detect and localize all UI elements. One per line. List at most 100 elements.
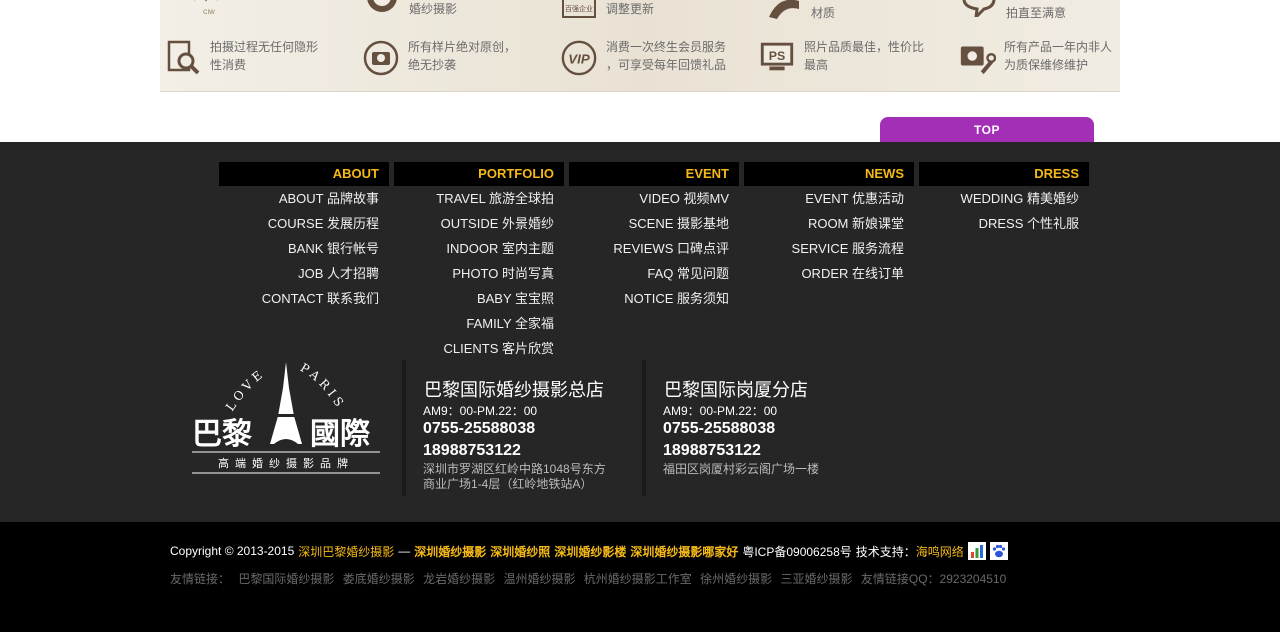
nav-heading[interactable]: EVENT [569,162,739,186]
feature-strip: CIW 婚纱摄影 百强企业 调整更新 材质 拍直至满意 拍摄过程无任何隐形 性消… [160,0,1120,92]
feature-line: 性消费 [210,58,247,72]
keyword-link[interactable]: 深圳婚纱摄影哪家好 [630,543,738,560]
nav-column-news: NEWS EVENT 优惠活动 ROOM 新娘课堂 SERVICE 服务流程 O… [744,162,914,286]
nav-link[interactable]: EVENT 优惠活动 [744,186,914,211]
nav-column-portfolio: PORTFOLIO TRAVEL 旅游全球拍 OUTSIDE 外景婚纱 INDO… [394,162,564,361]
nav-link[interactable]: ORDER 在线订单 [744,261,914,286]
footer: ABOUT ABOUT 品牌故事 COURSE 发展历程 BANK 银行帐号 J… [0,142,1280,522]
logo-name-left: 巴黎 [192,417,252,452]
feature-material: 材质 [765,0,835,22]
feature-line: 所有样片绝对原创， [408,40,517,54]
nav-link[interactable]: CONTACT 联系我们 [219,286,389,311]
nav-link[interactable]: SERVICE 服务流程 [744,236,914,261]
back-to-top-button[interactable]: TOP [880,117,1094,142]
friend-link[interactable]: 巴黎国际婚纱摄影 [238,572,334,586]
site-link[interactable]: 深圳巴黎婚纱摄影 [298,543,394,560]
feature-quality: PS 照片品质最佳，性价比 最高 [758,38,924,76]
nav-link[interactable]: BABY 宝宝照 [394,286,564,311]
feature-award: 婚纱摄影 [363,0,457,18]
award-medal-icon [363,0,401,18]
camera-wrench-icon [958,38,996,76]
nav-link[interactable]: OUTSIDE 外景婚纱 [394,211,564,236]
certified-enterprise-icon: 百强企业 [560,0,598,20]
nav-link[interactable]: TRAVEL 旅游全球拍 [394,186,564,211]
friend-link[interactable]: 友情链接QQ：2923204510 [861,572,1006,586]
tech-support-link[interactable]: 海鸣网络 [916,543,964,560]
store-mobile: 18988753122 [663,442,761,459]
nav-link[interactable]: JOB 人才招聘 [219,261,389,286]
copyright-bar: Copyright © 2013-2015 深圳巴黎婚纱摄影 — 深圳婚纱摄影 … [0,522,1280,632]
nav-link[interactable]: PHOTO 时尚写真 [394,261,564,286]
camera-icon [362,38,400,76]
nav-link[interactable]: BANK 银行帐号 [219,236,389,261]
friend-link[interactable]: 娄底婚纱摄影 [343,572,415,586]
copyright-line: Copyright © 2013-2015 深圳巴黎婚纱摄影 — 深圳婚纱摄影 … [170,542,1008,560]
nav-link[interactable]: WEDDING 精美婚纱 [919,186,1089,211]
feature-enterprise: 百强企业 调整更新 [560,0,654,20]
feature-award-text: 婚纱摄影 [409,2,458,16]
divider [402,360,406,496]
logo-arc-right: PARIS [298,360,345,412]
store-name: 巴黎国际岗厦分店 [664,380,808,400]
feature-line: 拍摄过程无任何隐形 [210,40,319,54]
friend-link[interactable]: 温州婚纱摄影 [503,572,575,586]
store-mobile: 18988753122 [423,442,521,459]
material-icon [765,0,803,19]
feature-material-text: 材质 [811,6,836,20]
ps-badge-text: PS [769,49,785,63]
keyword-link[interactable]: 深圳婚纱影楼 [554,543,626,560]
store-address-line: 商业广场1-4层（红岭地铁站A） [423,477,593,491]
enterprise-badge-text: 百强企业 [565,4,593,13]
nav-link[interactable]: REVIEWS 口碑点评 [569,236,739,261]
feature-warranty: 所有产品一年内非人 为质保维修维护 [958,38,1112,76]
nav-link[interactable]: INDOOR 室内主题 [394,236,564,261]
friend-link[interactable]: 杭州婚纱摄影工作室 [584,572,692,586]
store-phone: 0755-25588038 [423,420,536,437]
baidu-paw-icon[interactable] [989,542,1008,560]
store-name: 巴黎国际婚纱摄影总店 [424,380,604,400]
friend-link[interactable]: 三亚婚纱摄影 [781,572,853,586]
store-phone: 0755-25588038 [663,420,776,437]
cw-logo-icon: CIW [190,0,228,20]
friend-links: 友情链接： 巴黎国际婚纱摄影 娄底婚纱摄影 龙岩婚纱摄影 温州婚纱摄影 杭州婚纱… [170,570,1011,587]
nav-link[interactable]: VIDEO 视频MV [569,186,739,211]
cnzz-stats-icon[interactable] [967,542,986,560]
nav-link[interactable]: FAMILY 全家福 [394,311,564,336]
feature-line: ，可享受每年回馈礼品 [606,58,727,72]
nav-heading[interactable]: NEWS [744,162,914,186]
store-address: 深圳市罗湖区红岭中路1048号东方 商业广场1-4层（红岭地铁站A） [423,462,606,492]
brand-logo[interactable]: LOVE PARIS 巴黎 國際 高端婚纱摄影品牌 [190,360,382,475]
vip-icon: VIP [560,38,598,76]
svg-text:PARIS: PARIS [298,360,349,412]
nav-link[interactable]: ROOM 新娘课堂 [744,211,914,236]
feature-no-hidden-fee: 拍摄过程无任何隐形 性消费 [164,38,318,76]
nav-link[interactable]: SCENE 摄影基地 [569,211,739,236]
svg-text:LOVE: LOVE [223,366,268,414]
feature-original: 所有样片绝对原创， 绝无抄袭 [362,38,516,76]
nav-heading[interactable]: DRESS [919,162,1089,186]
copyright-prefix: Copyright © 2013-2015 [170,544,295,558]
search-document-icon [164,38,202,76]
keyword-link[interactable]: 深圳婚纱照 [490,543,550,560]
nav-link[interactable]: ABOUT 品牌故事 [219,186,389,211]
nav-link[interactable]: FAQ 常见问题 [569,261,739,286]
nav-heading[interactable]: PORTFOLIO [394,162,564,186]
nav-link[interactable]: COURSE 发展历程 [219,211,389,236]
nav-heading[interactable]: ABOUT [219,162,389,186]
icp-number[interactable]: 粤ICP备09006258号 [742,543,851,560]
divider [642,360,646,496]
logo-tagline: 高端婚纱摄影品牌 [218,456,354,470]
chat-bubble-icon [960,0,998,17]
keyword-link[interactable]: 深圳婚纱摄影 [414,543,486,560]
friend-link[interactable]: 龙岩婚纱摄影 [423,572,495,586]
feature-enterprise-text: 调整更新 [606,2,655,16]
feature-cw: CIW [190,0,228,20]
nav-link[interactable]: DRESS 个性礼服 [919,211,1089,236]
nav-link[interactable]: CLIENTS 客片欣赏 [394,336,564,361]
svg-text:CIW: CIW [203,10,215,16]
store-branch: 巴黎国际岗厦分店 AM9：00-PM.22：00 0755-25588038 1… [642,360,862,498]
nav-link[interactable]: NOTICE 服务须知 [569,286,739,311]
feature-line: 照片品质最佳，性价比 [804,40,925,54]
friend-link[interactable]: 徐州婚纱摄影 [700,572,772,586]
ps-icon: PS [758,38,796,76]
